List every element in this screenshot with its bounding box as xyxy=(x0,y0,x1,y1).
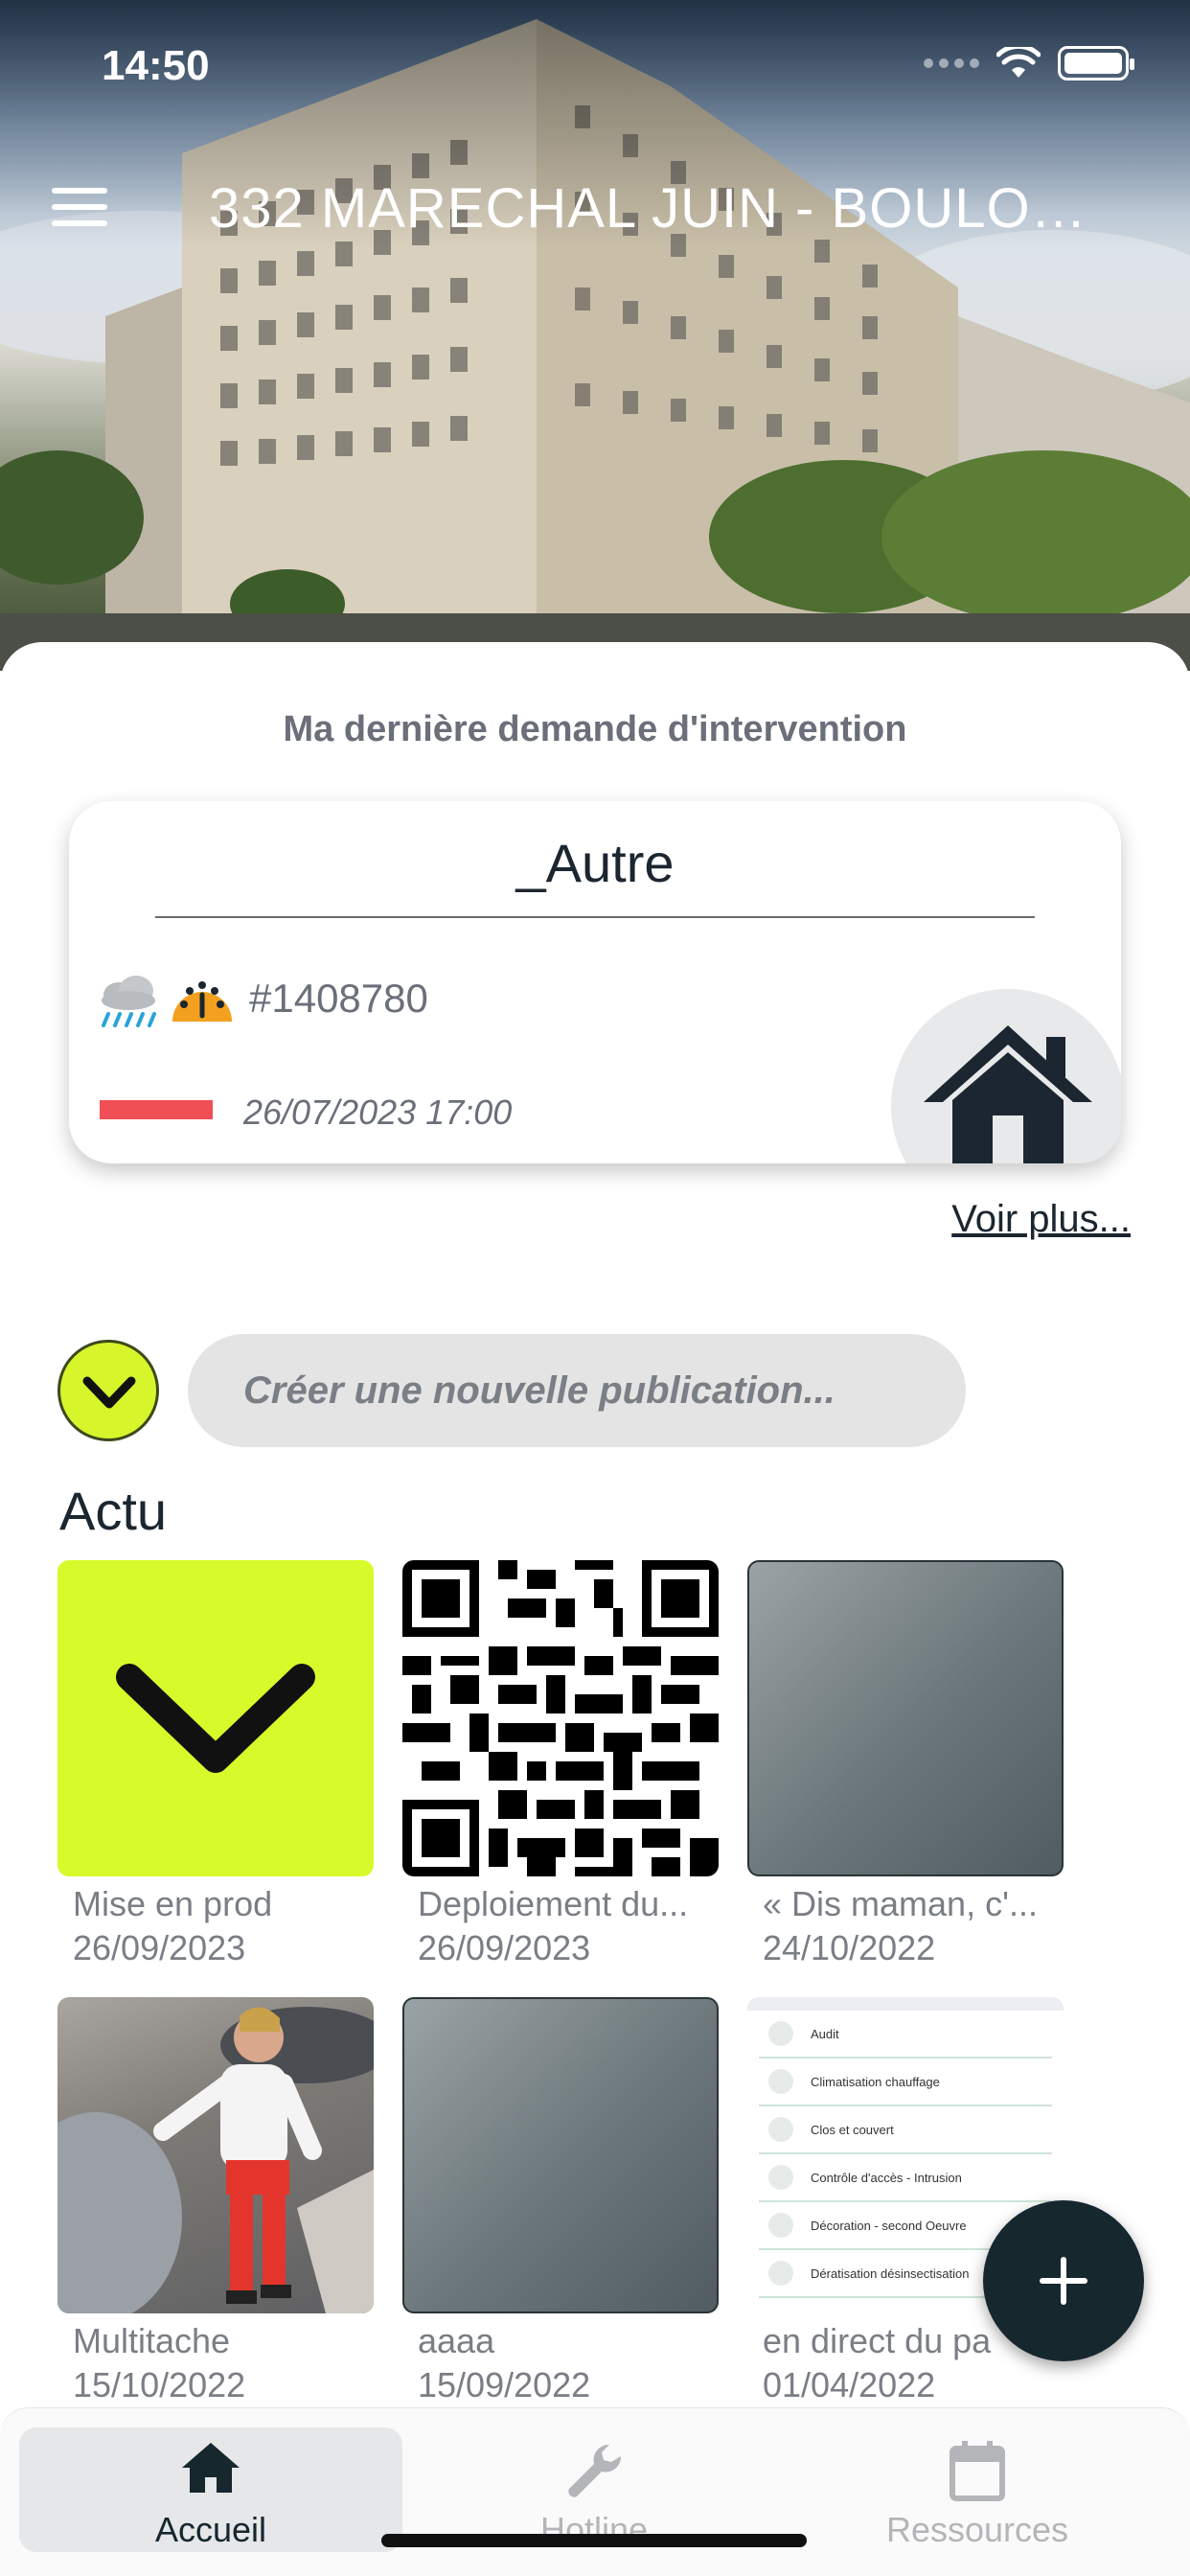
house-icon xyxy=(924,1025,1092,1163)
request-number: #1408780 xyxy=(249,976,428,1021)
news-date: 01/04/2022 xyxy=(763,2365,936,2404)
tab-accueil[interactable]: Accueil xyxy=(19,2427,402,2552)
battery-icon xyxy=(1058,46,1134,80)
request-date: 26/07/2023 17:00 xyxy=(243,1092,513,1132)
news-item[interactable]: Deploiement du... 26/09/2023 xyxy=(402,1560,719,1970)
priority-indicator xyxy=(100,1100,213,1119)
news-item[interactable]: Multitache 15/10/2022 xyxy=(57,1997,374,2407)
news-photo xyxy=(57,2007,374,2313)
last-request-card[interactable]: _Autre #1408780 26/07/2023 17:00 xyxy=(69,801,1121,1163)
list-thumb-row: Contrôle d'accès - Intrusion xyxy=(811,2170,962,2185)
last-request-heading: Ma dernière demande d'intervention xyxy=(283,709,907,749)
home-icon xyxy=(182,2443,240,2493)
news-date: 26/09/2023 xyxy=(73,1928,246,1967)
list-thumb-row: Climatisation chauffage xyxy=(811,2074,940,2089)
menu-icon xyxy=(52,188,107,194)
news-caption: Mise en prod xyxy=(73,1884,273,1923)
news-thumbnail xyxy=(402,1997,719,2313)
status-time: 14:50 xyxy=(102,42,210,89)
new-publication-input[interactable]: Créer une nouvelle publication... xyxy=(188,1334,966,1447)
request-divider xyxy=(155,916,1035,918)
news-thumbnail xyxy=(57,1560,374,1876)
news-caption: « Dis maman, c'... xyxy=(763,1884,1038,1923)
status-icons xyxy=(924,44,1134,82)
plus-icon xyxy=(1040,2257,1087,2305)
list-thumb-row: Décoration - second Oeuvre xyxy=(811,2218,967,2233)
wrench-icon xyxy=(568,2444,622,2497)
news-caption: Deploiement du... xyxy=(418,1884,689,1923)
request-title: _Autre xyxy=(515,833,675,893)
signal-icon xyxy=(924,58,979,68)
tab-ressources[interactable]: Ressources xyxy=(786,2427,1169,2552)
avatar[interactable] xyxy=(57,1340,159,1441)
list-thumb-row: Clos et couvert xyxy=(811,2122,894,2137)
see-more-link[interactable]: Voir plus... xyxy=(951,1198,1131,1241)
tab-label: Ressources xyxy=(885,2510,1069,2549)
news-caption: aaaa xyxy=(418,2321,495,2360)
site-title: 332 MARECHAL JUIN - BOULOGNE xyxy=(209,177,1129,240)
wifi-icon xyxy=(996,47,1041,78)
news-date: 26/09/2023 xyxy=(418,1928,591,1967)
calendar-icon xyxy=(950,2441,1005,2501)
news-thumbnail xyxy=(747,1560,1064,1876)
add-button[interactable] xyxy=(983,2200,1144,2361)
news-date: 15/09/2022 xyxy=(418,2365,591,2404)
news-item[interactable]: aaaa 15/09/2022 xyxy=(402,1997,719,2407)
news-thumbnail xyxy=(57,1997,374,2313)
list-thumb-row: Audit xyxy=(811,2026,839,2041)
weather-rain-icon xyxy=(102,976,156,1027)
bottom-navigation: Accueil Hotline Ressources xyxy=(0,2407,1190,2576)
category-badge xyxy=(891,989,1121,1163)
news-item[interactable]: Mise en prod 26/09/2023 xyxy=(57,1560,374,1970)
list-thumb-row: Dératisation désinsectisation xyxy=(811,2266,970,2281)
news-date: 15/10/2022 xyxy=(73,2365,246,2404)
news-date: 24/10/2022 xyxy=(763,1928,936,1967)
chevron-down-icon xyxy=(82,1376,136,1409)
news-caption: Multitache xyxy=(73,2321,231,2360)
news-thumbnail xyxy=(402,1560,719,1876)
tab-label: Accueil xyxy=(154,2510,267,2549)
chevron-down-icon xyxy=(116,1664,315,1773)
menu-button[interactable] xyxy=(52,188,107,226)
news-heading: Actu xyxy=(59,1481,168,1541)
gauge-icon xyxy=(172,981,232,1022)
qr-code-icon xyxy=(402,1560,719,1876)
news-item[interactable]: « Dis maman, c'... 24/10/2022 xyxy=(747,1560,1064,1970)
header-hero-image xyxy=(0,0,1190,671)
home-indicator xyxy=(381,2534,807,2547)
